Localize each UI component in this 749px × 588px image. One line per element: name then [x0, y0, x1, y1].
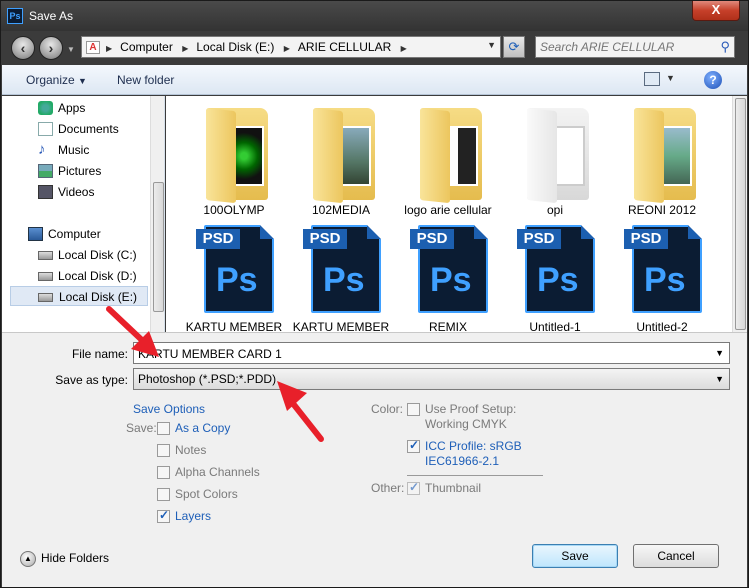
- photoshop-icon: Ps: [7, 8, 23, 24]
- save-as-type-value: Photoshop (*.PSD;*.PDD): [138, 372, 277, 386]
- back-arrow-icon[interactable]: ‹: [11, 36, 35, 60]
- apps-icon: [38, 101, 53, 115]
- file-name-combobox[interactable]: ▼: [133, 342, 730, 364]
- folder-location-icon: A: [86, 41, 100, 54]
- title-bar: Ps Save As X: [1, 1, 748, 31]
- save-as-type-label: Save as type:: [55, 373, 128, 387]
- folder-icon: [634, 108, 696, 204]
- divider: [407, 475, 543, 476]
- hide-folders-button[interactable]: ▲ Hide Folders: [20, 551, 109, 567]
- proof-setup-profile: Working CMYK: [425, 417, 507, 431]
- save-as-dialog: Ps Save As X ‹ › ▼ A ▶ Computer ▶ Local Di…: [0, 0, 749, 588]
- refresh-icon[interactable]: ⟳: [503, 36, 525, 58]
- chevron-right-icon[interactable]: ▶: [106, 44, 112, 53]
- breadcrumb: ▶ Computer ▶ Local Disk (E:) ▶ ARIE CELLULA…: [106, 40, 415, 54]
- sidebar-item-computer[interactable]: Computer: [28, 224, 164, 244]
- chevron-down-icon[interactable]: ▼: [715, 348, 724, 358]
- save-form: File name: ▼ Save as type: Photoshop (*.…: [2, 332, 747, 587]
- drive-icon: [38, 251, 53, 260]
- file-item-folder[interactable]: logo arie cellular: [398, 100, 498, 217]
- recent-locations-dropdown-icon[interactable]: ▼: [67, 45, 75, 54]
- folder-icon: [313, 108, 375, 204]
- command-toolbar: Organize ▼ New folder ▼ ?: [2, 65, 747, 95]
- organize-menu[interactable]: Organize ▼: [26, 73, 87, 87]
- sidebar-item-local-disk-c[interactable]: Local Disk (C:): [38, 245, 164, 265]
- file-list-scrollbar[interactable]: [732, 96, 747, 332]
- sidebar-scrollbar-thumb[interactable]: [153, 182, 164, 312]
- file-item-psd[interactable]: PSD Ps Untitled-2: [612, 217, 712, 332]
- file-list: 100OLYMP 102MEDIA logo arie cellular opi…: [166, 96, 732, 332]
- file-list-scrollbar-thumb[interactable]: [735, 98, 746, 330]
- folder-icon: [527, 108, 589, 204]
- cancel-button[interactable]: Cancel: [633, 544, 719, 568]
- psd-file-icon: PSD Ps: [196, 225, 274, 315]
- address-dropdown-icon[interactable]: ▼: [487, 40, 496, 50]
- forward-arrow-icon[interactable]: ›: [39, 36, 63, 60]
- computer-icon: [28, 227, 43, 241]
- music-icon: ♪: [38, 141, 46, 158]
- change-view-icon[interactable]: [644, 72, 660, 86]
- documents-icon: [38, 122, 53, 136]
- search-box[interactable]: ⚲: [535, 36, 735, 58]
- save-button[interactable]: Save: [532, 544, 618, 568]
- file-item-psd[interactable]: PSD Ps KARTU MEMBER: [184, 217, 284, 332]
- breadcrumb-local-disk-e[interactable]: Local Disk (E:): [196, 40, 274, 54]
- chevron-right-icon[interactable]: ▶: [182, 44, 188, 53]
- sidebar-item-videos[interactable]: Videos: [38, 182, 164, 202]
- other-label: Other:: [371, 481, 405, 495]
- pictures-icon: [38, 164, 53, 178]
- file-name-input[interactable]: [138, 346, 698, 361]
- file-item-folder[interactable]: opi: [505, 100, 605, 217]
- chevron-down-icon[interactable]: ▼: [715, 374, 724, 384]
- save-label: Save:: [126, 421, 157, 435]
- videos-icon: [38, 185, 53, 199]
- sidebar-item-music[interactable]: ♪ Music: [38, 140, 164, 160]
- view-options-dropdown-icon[interactable]: ▼: [666, 73, 675, 83]
- psd-file-icon: PSD Ps: [410, 225, 488, 315]
- chevron-up-icon: ▲: [20, 551, 36, 567]
- breadcrumb-computer[interactable]: Computer: [120, 40, 173, 54]
- folder-icon: [420, 108, 482, 204]
- file-item-psd[interactable]: PSD Ps Untitled-1: [505, 217, 605, 332]
- chevron-right-icon[interactable]: ▶: [284, 44, 290, 53]
- save-as-type-select[interactable]: Photoshop (*.PSD;*.PDD) ▼: [133, 368, 730, 390]
- file-item-folder[interactable]: REONI 2012: [612, 100, 712, 217]
- file-item-psd[interactable]: PSD Ps REMIX: [398, 217, 498, 332]
- file-item-psd[interactable]: PSD Ps KARTU MEMBER: [291, 217, 391, 332]
- psd-file-icon: PSD Ps: [624, 225, 702, 315]
- search-input[interactable]: [540, 39, 710, 55]
- psd-file-icon: PSD Ps: [303, 225, 381, 315]
- sidebar-item-pictures[interactable]: Pictures: [38, 161, 164, 181]
- breadcrumb-arie-cellular[interactable]: ARIE CELLULAR: [298, 40, 391, 54]
- sidebar-item-local-disk-d[interactable]: Local Disk (D:): [38, 266, 164, 286]
- drive-icon: [38, 272, 53, 281]
- address-bar[interactable]: A ▶ Computer ▶ Local Disk (E:) ▶ ARIE CELLU…: [81, 36, 501, 58]
- file-item-folder[interactable]: 102MEDIA: [291, 100, 391, 217]
- file-item-folder[interactable]: 100OLYMP: [184, 100, 284, 217]
- sidebar-item-apps[interactable]: Apps: [38, 98, 164, 118]
- save-options-heading: Save Options: [133, 402, 206, 416]
- help-icon[interactable]: ?: [704, 71, 722, 89]
- annotation-arrow-save-as-type: [277, 381, 324, 442]
- color-label: Color:: [371, 402, 404, 416]
- window-title: Save As: [29, 9, 74, 23]
- chevron-right-icon[interactable]: ▶: [401, 44, 407, 53]
- search-icon[interactable]: ⚲: [720, 39, 730, 55]
- close-button[interactable]: X: [692, 1, 740, 21]
- sidebar-item-documents[interactable]: Documents: [38, 119, 164, 139]
- folder-icon: [206, 108, 268, 204]
- icc-profile-name: IEC61966-2.1: [425, 454, 500, 468]
- annotation-arrow-file-name: [106, 306, 159, 357]
- psd-file-icon: PSD Ps: [517, 225, 595, 315]
- drive-icon: [38, 293, 53, 302]
- navigation-pane: Apps Documents ♪ Music Pictures Videos C…: [2, 96, 165, 332]
- new-folder-button[interactable]: New folder: [117, 73, 174, 87]
- chevron-down-icon: ▼: [78, 76, 87, 86]
- sidebar-scrollbar[interactable]: [150, 96, 164, 332]
- navigation-bar: ‹ › ▼ A ▶ Computer ▶ Local Disk (E:) ▶ ARIE…: [1, 31, 748, 63]
